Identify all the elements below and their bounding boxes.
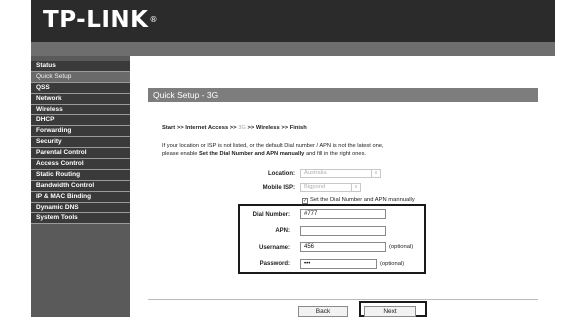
sidebar-item-network[interactable]: Network [31, 93, 130, 105]
chevron-down-icon: ∨ [351, 184, 360, 191]
sidebar-item-bandwidth-control[interactable]: Bandwidth Control [31, 180, 130, 192]
manual-dial-checkbox-label: Set the Dial Number and APN mannually [310, 197, 415, 203]
info-line-2-prefix: please enable [162, 150, 199, 157]
sidebar-item-parental-control[interactable]: Parental Control [31, 148, 130, 160]
registered-mark: ® [149, 15, 158, 24]
main-content: Quick Setup - 3G Start >> Internet Acces… [130, 56, 555, 317]
username-label: Username: [258, 245, 290, 251]
sidebar: Status Quick Setup QSS Network Wireless … [31, 56, 130, 317]
step-wireless: Wireless [255, 125, 280, 131]
password-optional-hint: (optional) [380, 261, 405, 267]
step-finish: Finish [289, 125, 307, 131]
step-start: Start [162, 125, 176, 131]
mobile-isp-value: Bigpond [304, 184, 326, 190]
header-bar: TP-LINK® [31, 0, 555, 42]
next-button[interactable]: Next [364, 306, 416, 317]
chevron-down-icon: ∨ [371, 170, 380, 177]
mobile-isp-select[interactable]: Bigpond ∨ [300, 183, 361, 192]
sidebar-item-ip-mac-binding[interactable]: IP & MAC Binding [31, 191, 130, 203]
sidebar-item-quick-setup[interactable]: Quick Setup [31, 71, 130, 83]
dial-number-label: Dial Number: [252, 212, 290, 218]
sidebar-item-qss[interactable]: QSS [31, 82, 130, 94]
sidebar-item-forwarding[interactable]: Forwarding [31, 126, 130, 138]
manual-dial-option: ✓ Set the Dial Number and APN mannually [302, 197, 415, 204]
sidebar-item-static-routing[interactable]: Static Routing [31, 169, 130, 181]
sidebar-item-status[interactable]: Status [31, 61, 130, 72]
location-value: Australia [304, 170, 327, 176]
step-separator: >> [245, 125, 256, 131]
apn-label: APN: [275, 228, 290, 234]
sidebar-item-access-control[interactable]: Access Control [31, 159, 130, 170]
wizard-breadcrumb: Start >> Internet Access >> 3G >> Wirele… [162, 125, 307, 131]
sidebar-item-system-tools[interactable]: System Tools [31, 213, 130, 225]
apn-field[interactable] [300, 226, 386, 236]
sidebar-nav: Status Quick Setup QSS Network Wireless … [31, 61, 130, 225]
location-label: Location: [268, 171, 295, 177]
step-3g-current: 3G [238, 125, 246, 131]
step-separator: >> [279, 125, 290, 131]
header-subbar [31, 42, 555, 56]
step-separator: >> [228, 125, 239, 131]
footer-divider [148, 299, 538, 300]
password-field[interactable]: ••• [300, 259, 377, 269]
dial-number-field[interactable]: #777 [300, 209, 386, 219]
sidebar-item-dhcp[interactable]: DHCP [31, 115, 130, 127]
info-text: If your location or ISP is not listed, o… [162, 143, 462, 158]
mobile-isp-label: Mobile ISP: [262, 185, 295, 191]
router-admin-window: TP-LINK® Status Quick Setup QSS Network … [31, 0, 555, 317]
logo-text: TP-LINK [43, 7, 149, 33]
username-optional-hint: (optional) [389, 244, 414, 250]
info-line-1: If your location or ISP is not listed, o… [162, 143, 384, 149]
sidebar-item-security[interactable]: Security [31, 137, 130, 149]
page-title: Quick Setup - 3G [148, 88, 538, 102]
info-line-2-suffix: and fill in the right ones. [304, 150, 367, 157]
location-select[interactable]: Australia ∨ [300, 169, 381, 178]
step-internet-access: Internet Access [185, 125, 229, 131]
back-button[interactable]: Back [298, 306, 348, 317]
password-label: Password: [259, 261, 290, 267]
sidebar-item-wireless[interactable]: Wireless [31, 104, 130, 116]
tp-link-logo: TP-LINK® [43, 6, 158, 34]
username-field[interactable]: 456 [300, 242, 386, 252]
info-line-2-bold: Set the Dial Number and APN manually [199, 150, 305, 157]
info-line-2: please enable Set the Dial Number and AP… [162, 151, 462, 159]
sidebar-item-dynamic-dns[interactable]: Dynamic DNS [31, 202, 130, 214]
step-separator: >> [175, 125, 186, 131]
